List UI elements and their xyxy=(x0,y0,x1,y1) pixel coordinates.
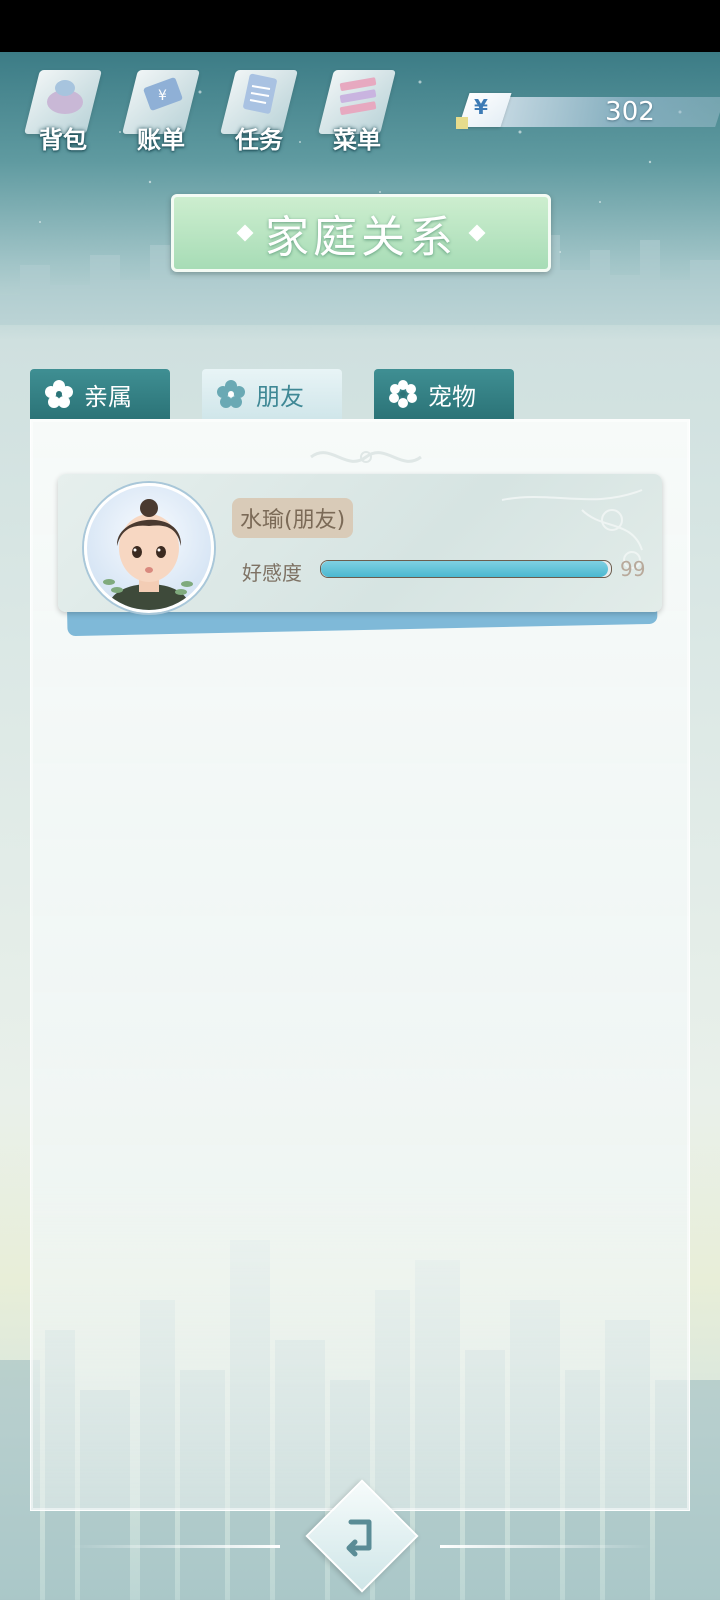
backpack-label: 背包 xyxy=(39,126,87,154)
svg-text:¥: ¥ xyxy=(158,88,167,104)
flower-icon xyxy=(389,380,417,408)
flower-icon xyxy=(217,380,245,408)
tab-relatives-label: 亲属 xyxy=(84,382,132,411)
task-button[interactable]: 任务 xyxy=(214,60,304,155)
divider-line xyxy=(440,1545,650,1548)
page-title-banner: 家庭关系 xyxy=(171,194,551,272)
affinity-label: 好感度 xyxy=(242,561,302,585)
backpack-button[interactable]: 背包 xyxy=(18,60,108,155)
divider-line xyxy=(70,1545,280,1548)
menu-label: 菜单 xyxy=(333,126,381,154)
task-list-icon-glyph xyxy=(243,73,277,114)
avatar[interactable] xyxy=(84,483,214,613)
page-title: 家庭关系 xyxy=(265,212,457,263)
flower-icon xyxy=(45,380,73,408)
menu-button[interactable]: 菜单 xyxy=(312,60,402,155)
tab-pets[interactable]: 宠物 xyxy=(374,369,514,419)
bill-icon-glyph: ¥ xyxy=(143,77,183,111)
menu-icon-glyph xyxy=(339,77,377,115)
bill-button[interactable]: ¥ 账单 xyxy=(116,60,206,155)
currency-amount: 302 xyxy=(605,97,655,127)
ornament-decoration xyxy=(310,451,422,463)
affinity-bar xyxy=(320,560,612,578)
friend-name: 水瑜(朋友) xyxy=(232,498,354,538)
tab-friends[interactable]: 朋友 xyxy=(202,369,342,419)
tab-relatives[interactable]: 亲属 xyxy=(30,369,170,419)
diamond-icon xyxy=(236,224,254,242)
task-label: 任务 xyxy=(235,126,283,154)
affinity-bar-fill xyxy=(321,561,609,577)
tab-friends-label: 朋友 xyxy=(256,382,304,411)
status-bar xyxy=(0,0,720,52)
yen-icon: ¥ xyxy=(474,95,488,119)
backpack-icon-glyph xyxy=(47,80,83,114)
affinity-value: 99 xyxy=(620,557,646,581)
currency-display: ¥ 302 xyxy=(456,93,720,129)
bill-label: 账单 xyxy=(137,126,185,154)
tab-pets-label: 宠物 xyxy=(428,382,476,411)
diamond-icon xyxy=(468,224,486,242)
character-portrait xyxy=(103,499,193,610)
back-arrow-icon xyxy=(346,1519,372,1557)
